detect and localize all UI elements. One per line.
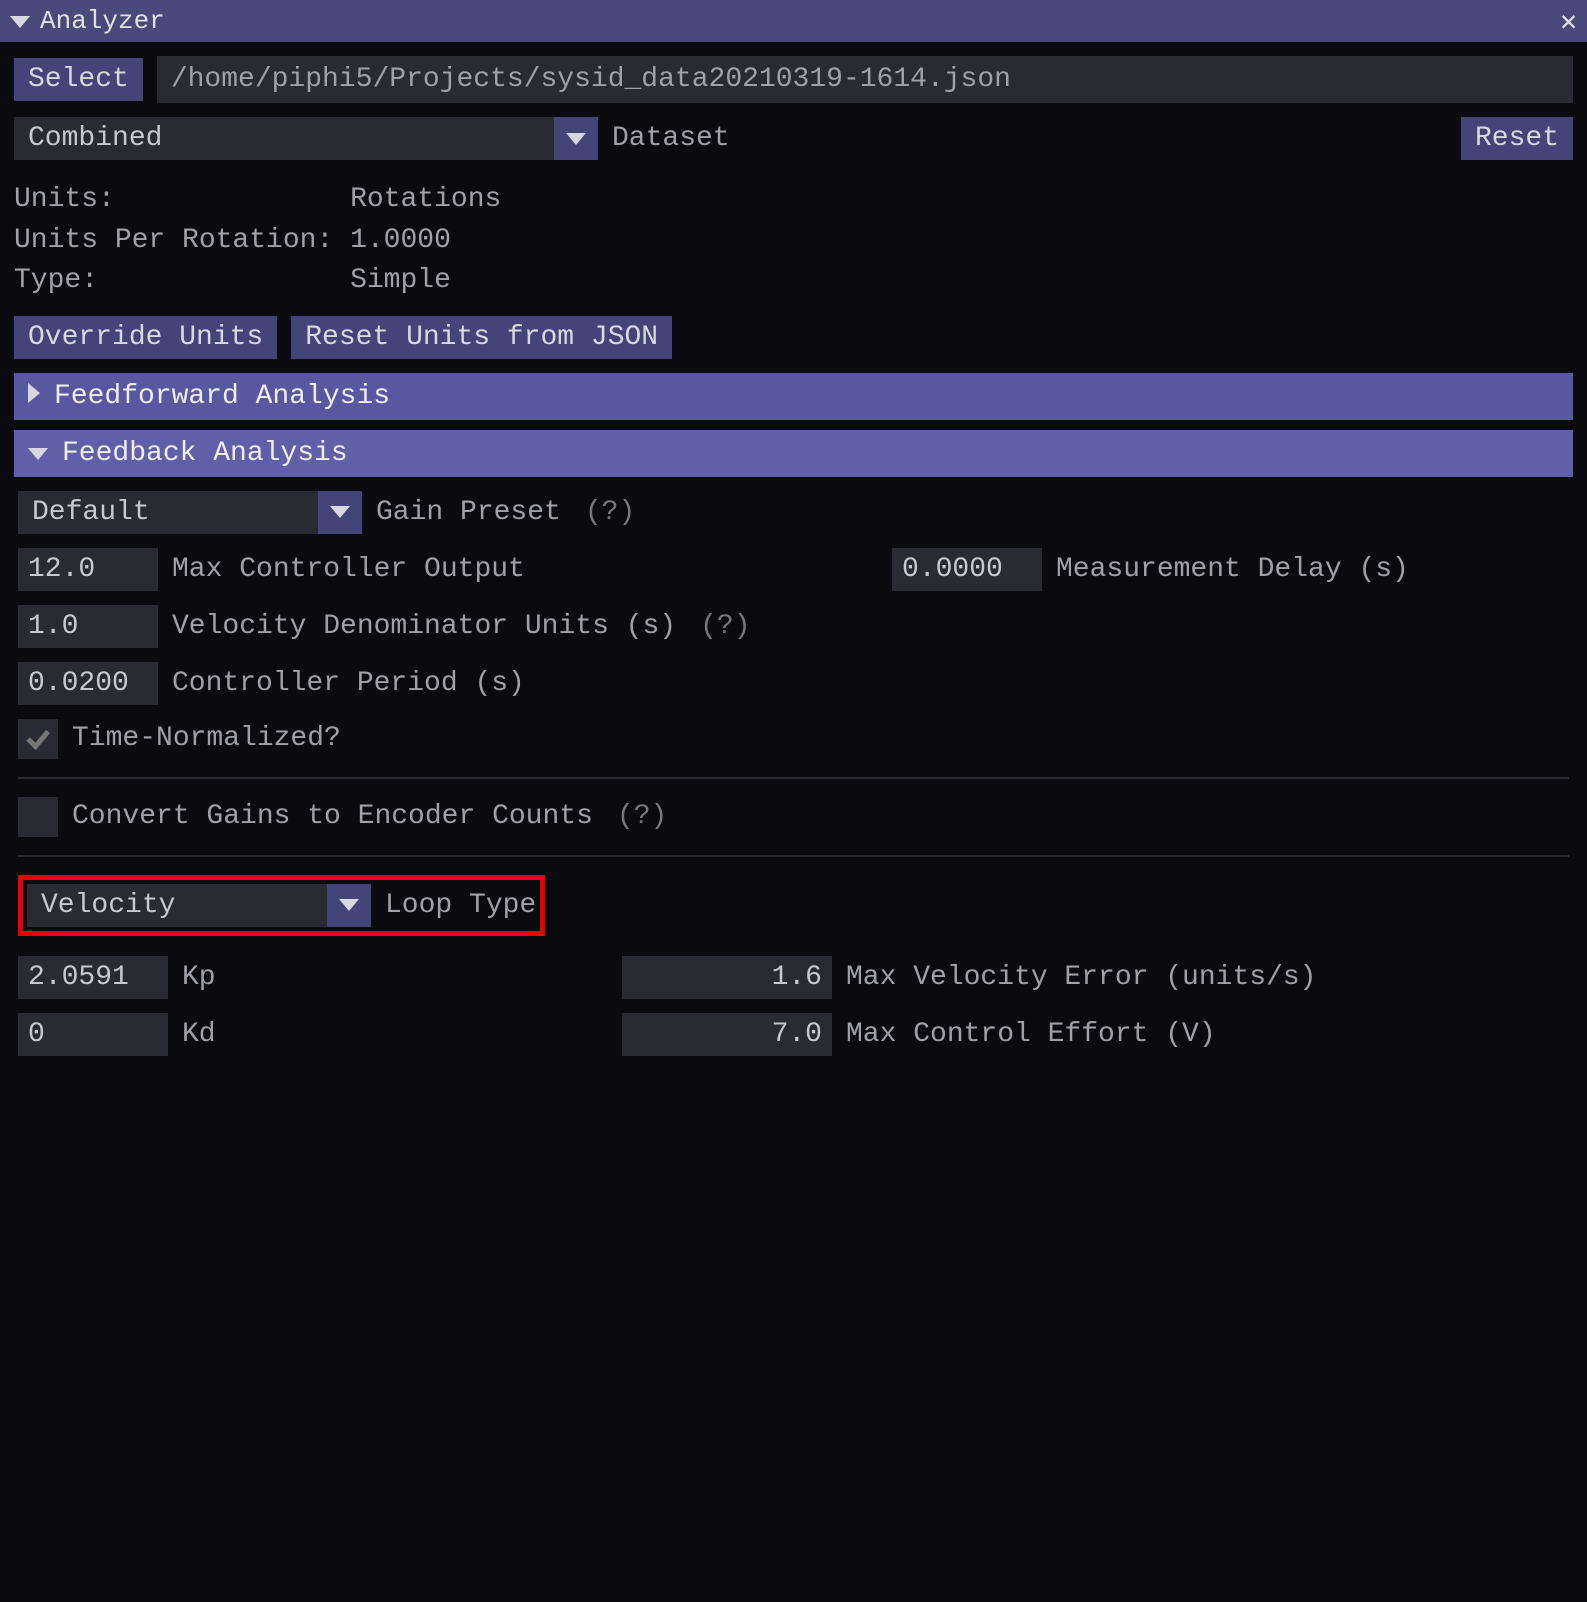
feedforward-section-header[interactable]: Feedforward Analysis xyxy=(14,373,1573,420)
loop-type-value: Velocity xyxy=(27,884,327,927)
help-icon[interactable]: (?) xyxy=(617,801,667,832)
max-control-effort-input[interactable] xyxy=(622,1013,832,1056)
dropdown-icon[interactable] xyxy=(554,117,598,160)
select-button[interactable]: Select xyxy=(14,58,143,101)
collapse-icon[interactable] xyxy=(10,6,30,36)
caret-right-icon xyxy=(28,381,40,412)
type-value: Simple xyxy=(350,265,451,296)
file-path-input[interactable] xyxy=(157,56,1573,103)
dataset-label: Dataset xyxy=(612,123,730,154)
dropdown-icon[interactable] xyxy=(318,491,362,534)
loop-type-highlight: Velocity Loop Type xyxy=(18,875,545,936)
feedforward-title: Feedforward Analysis xyxy=(54,381,390,412)
feedback-title: Feedback Analysis xyxy=(62,438,348,469)
units-label: Units: xyxy=(14,184,115,215)
max-velocity-error-input[interactable] xyxy=(622,956,832,999)
upr-label: Units Per Rotation: xyxy=(14,225,333,256)
upr-value: 1.0000 xyxy=(350,225,451,256)
controller-period-label: Controller Period (s) xyxy=(172,668,525,699)
convert-gains-checkbox[interactable] xyxy=(18,797,58,837)
units-value: Rotations xyxy=(350,184,501,215)
time-normalized-checkbox[interactable] xyxy=(18,719,58,759)
time-normalized-label: Time-Normalized? xyxy=(72,723,341,754)
kp-label: Kp xyxy=(182,962,216,993)
dataset-combo[interactable]: Combined xyxy=(14,117,598,160)
kp-input[interactable] xyxy=(18,956,168,999)
controller-period-input[interactable] xyxy=(18,662,158,705)
dropdown-icon[interactable] xyxy=(327,884,371,927)
divider xyxy=(18,777,1569,779)
caret-down-icon xyxy=(28,438,48,469)
reset-button[interactable]: Reset xyxy=(1461,117,1573,160)
titlebar[interactable]: Analyzer ✕ xyxy=(0,0,1587,42)
help-icon[interactable]: (?) xyxy=(700,611,750,642)
feedback-section-content: Default Gain Preset (?) Max Controller O… xyxy=(14,477,1573,1056)
feedback-section-header[interactable]: Feedback Analysis xyxy=(14,430,1573,477)
measurement-delay-label: Measurement Delay (s) xyxy=(1056,554,1409,585)
loop-type-combo[interactable]: Velocity xyxy=(27,884,371,927)
dataset-combo-value: Combined xyxy=(14,117,554,160)
kd-input[interactable] xyxy=(18,1013,168,1056)
max-control-effort-label: Max Control Effort (V) xyxy=(846,1019,1216,1050)
max-controller-output-label: Max Controller Output xyxy=(172,554,525,585)
info-block: Units: Rotations Units Per Rotation: 1.0… xyxy=(14,180,1573,302)
gain-preset-combo[interactable]: Default xyxy=(18,491,362,534)
window-title: Analyzer xyxy=(40,6,165,36)
kd-label: Kd xyxy=(182,1019,216,1050)
checkmark-icon xyxy=(23,724,53,754)
analyzer-window: Analyzer ✕ Select Combined Dataset Reset… xyxy=(0,0,1587,1602)
reset-units-json-button[interactable]: Reset Units from JSON xyxy=(291,316,672,359)
velocity-denominator-input[interactable] xyxy=(18,605,158,648)
help-icon[interactable]: (?) xyxy=(585,497,635,528)
override-units-button[interactable]: Override Units xyxy=(14,316,277,359)
convert-gains-label: Convert Gains to Encoder Counts xyxy=(72,801,593,832)
close-icon[interactable]: ✕ xyxy=(1560,4,1577,39)
max-controller-output-input[interactable] xyxy=(18,548,158,591)
loop-type-label: Loop Type xyxy=(385,890,536,921)
gain-preset-value: Default xyxy=(18,491,318,534)
velocity-denominator-label: Velocity Denominator Units (s) xyxy=(172,611,676,642)
gain-preset-label: Gain Preset xyxy=(376,497,561,528)
type-label: Type: xyxy=(14,265,98,296)
divider xyxy=(18,855,1569,857)
measurement-delay-input[interactable] xyxy=(892,548,1042,591)
max-velocity-error-label: Max Velocity Error (units/s) xyxy=(846,962,1316,993)
